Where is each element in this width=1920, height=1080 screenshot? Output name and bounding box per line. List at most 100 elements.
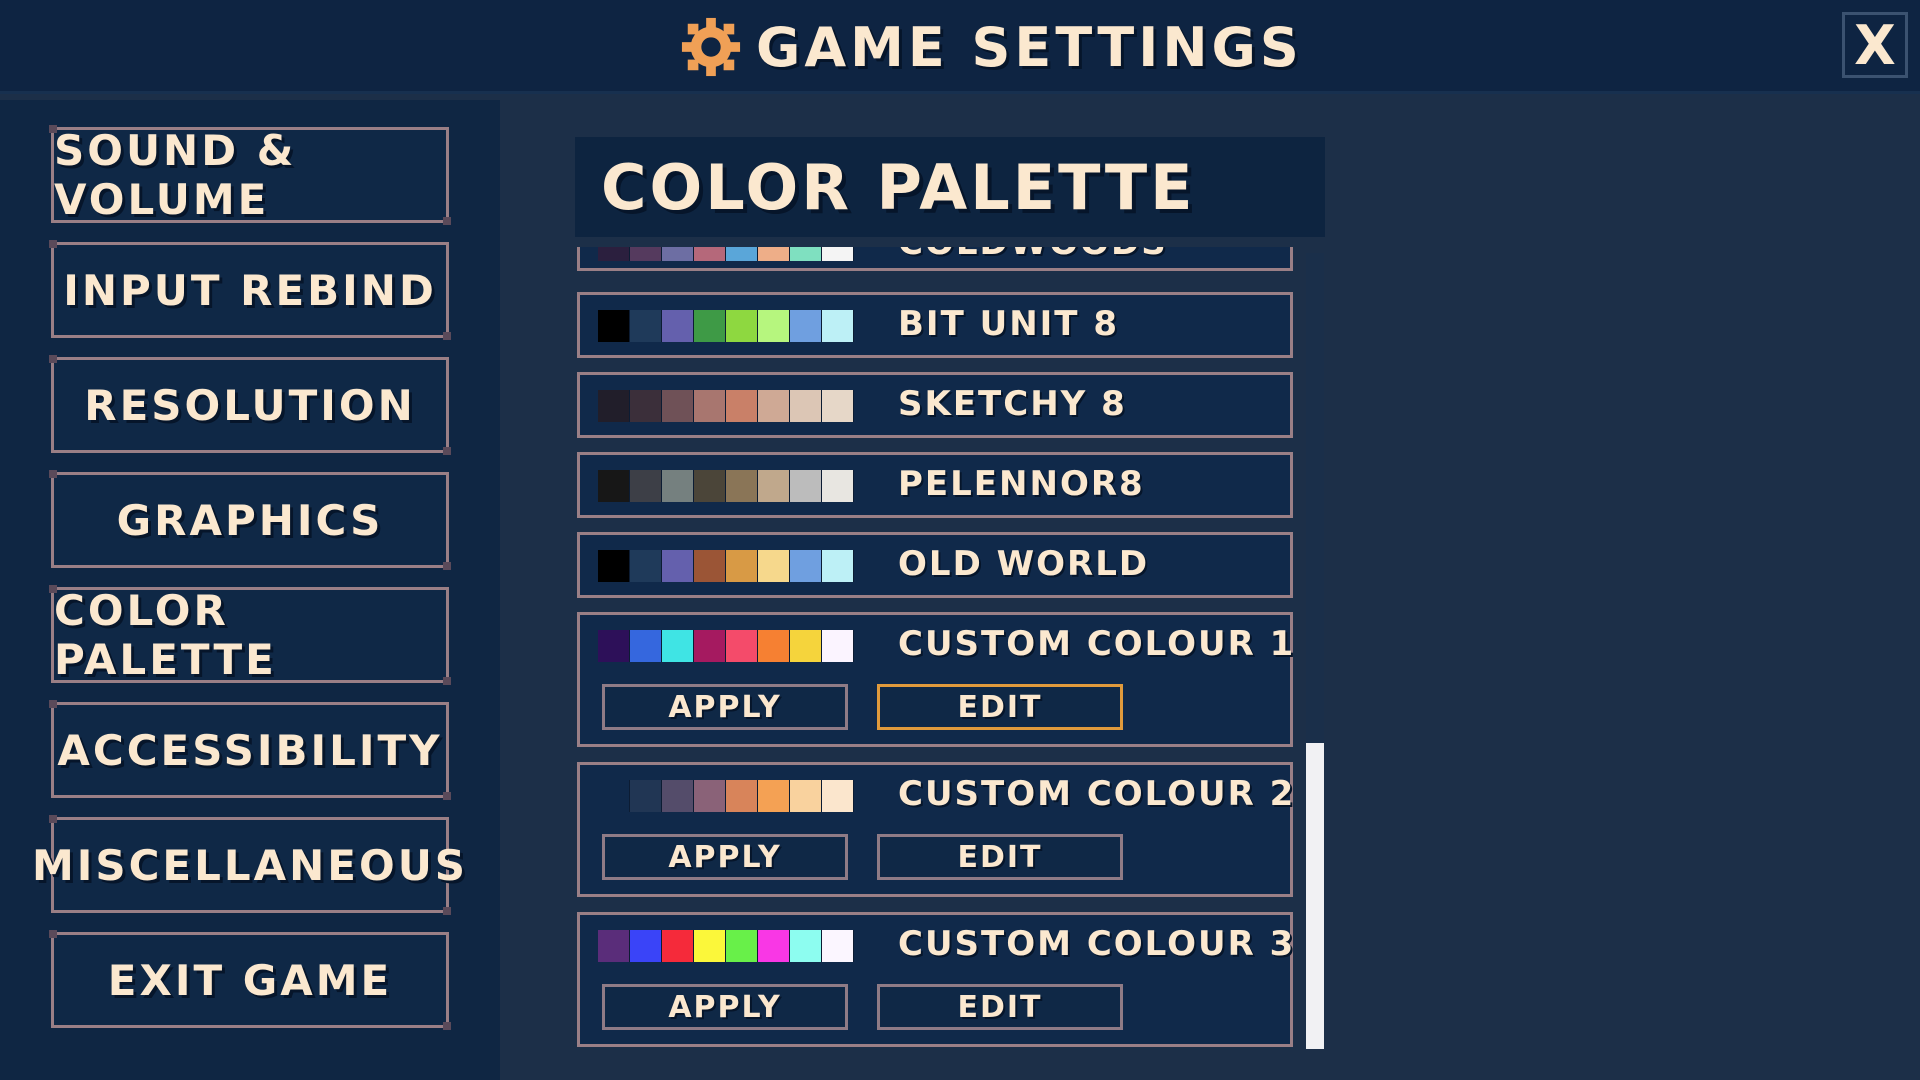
color-swatch	[758, 550, 790, 582]
title-group: GAME SETTINGS	[680, 12, 1303, 82]
gear-icon	[681, 17, 741, 77]
color-swatch	[758, 247, 790, 261]
color-swatch	[694, 390, 726, 422]
color-swatch	[822, 470, 854, 502]
palette-row-custom-colour-1: CUSTOM COLOUR 1 APPLY EDIT	[577, 612, 1293, 747]
palette-swatches	[598, 390, 854, 422]
color-swatch	[822, 310, 854, 342]
palette-name: COLDWOODS	[898, 247, 1168, 263]
color-swatch	[694, 247, 726, 261]
color-swatch	[630, 930, 662, 962]
sidebar-item-miscellaneous[interactable]: MISCELLANEOUS	[32, 815, 465, 915]
apply-button[interactable]: APPLY	[602, 684, 848, 730]
color-swatch	[758, 470, 790, 502]
apply-button[interactable]: APPLY	[602, 984, 848, 1030]
color-swatch	[662, 780, 694, 812]
color-swatch	[598, 247, 630, 261]
sidebar: SOUND & VOLUME INPUT REBIND RESOLUTION G…	[0, 100, 500, 1080]
color-swatch	[662, 470, 694, 502]
sidebar-item-input-rebind[interactable]: INPUT REBIND	[49, 240, 451, 340]
palette-name: CUSTOM COLOUR 3	[898, 924, 1295, 964]
apply-button[interactable]: APPLY	[602, 834, 848, 880]
color-swatch	[822, 247, 854, 261]
color-swatch	[790, 930, 822, 962]
color-swatch	[726, 310, 758, 342]
color-swatch	[758, 630, 790, 662]
color-swatch	[662, 390, 694, 422]
edit-button[interactable]: EDIT	[877, 834, 1123, 880]
color-swatch	[598, 470, 630, 502]
palette-swatches	[598, 470, 854, 502]
palette-name: SKETCHY 8	[898, 384, 1127, 424]
sidebar-item-accessibility[interactable]: ACCESSIBILITY	[49, 700, 451, 800]
color-swatch	[598, 780, 630, 812]
color-swatch	[630, 470, 662, 502]
color-swatch	[758, 310, 790, 342]
palette-name: BIT UNIT 8	[898, 304, 1119, 344]
color-swatch	[790, 247, 822, 261]
scrollbar-thumb[interactable]	[1306, 743, 1324, 1049]
color-swatch	[758, 930, 790, 962]
color-swatch	[694, 930, 726, 962]
palette-name: CUSTOM COLOUR 1	[898, 624, 1295, 664]
palette-swatches	[598, 247, 854, 261]
title-bar: GAME SETTINGS X	[0, 0, 1920, 94]
color-swatch	[822, 780, 854, 812]
page-title: GAME SETTINGS	[756, 15, 1303, 79]
palette-name: PELENNOR8	[898, 464, 1145, 504]
palette-list: COLDWOODS BIT UNIT 8 SKETCHY 8 PELENNOR8…	[575, 247, 1295, 1052]
palette-row-coldwoods[interactable]: COLDWOODS	[577, 247, 1293, 271]
color-swatch	[662, 550, 694, 582]
color-swatch	[630, 390, 662, 422]
edit-button[interactable]: EDIT	[877, 684, 1123, 730]
color-swatch	[630, 630, 662, 662]
color-swatch	[758, 390, 790, 422]
color-swatch	[790, 310, 822, 342]
color-swatch	[694, 310, 726, 342]
color-swatch	[822, 390, 854, 422]
palette-row-bit-unit-8[interactable]: BIT UNIT 8	[577, 292, 1293, 358]
color-swatch	[598, 550, 630, 582]
color-swatch	[726, 470, 758, 502]
color-swatch	[630, 310, 662, 342]
color-swatch	[790, 780, 822, 812]
color-swatch	[822, 550, 854, 582]
palette-row-custom-colour-2: CUSTOM COLOUR 2 APPLY EDIT	[577, 762, 1293, 897]
color-swatch	[726, 780, 758, 812]
sidebar-item-sound-volume[interactable]: SOUND & VOLUME	[49, 125, 451, 225]
palette-swatches	[598, 930, 854, 962]
color-swatch	[694, 630, 726, 662]
color-swatch	[598, 310, 630, 342]
close-button[interactable]: X	[1842, 12, 1908, 78]
sidebar-item-exit-game[interactable]: EXIT GAME	[49, 930, 451, 1030]
scrollbar-track[interactable]	[1306, 253, 1324, 1049]
palette-row-pelennor8[interactable]: PELENNOR8	[577, 452, 1293, 518]
color-swatch	[822, 630, 854, 662]
palette-row-old-world[interactable]: OLD WORLD	[577, 532, 1293, 598]
palette-name: CUSTOM COLOUR 2	[898, 774, 1295, 814]
color-swatch	[790, 550, 822, 582]
color-swatch	[598, 630, 630, 662]
sidebar-item-resolution[interactable]: RESOLUTION	[49, 355, 451, 455]
color-swatch	[726, 247, 758, 261]
color-swatch	[726, 390, 758, 422]
color-swatch	[694, 780, 726, 812]
palette-swatches	[598, 630, 854, 662]
color-swatch	[758, 780, 790, 812]
palette-name: OLD WORLD	[898, 544, 1150, 584]
color-swatch	[726, 630, 758, 662]
color-swatch	[662, 247, 694, 261]
color-swatch	[662, 630, 694, 662]
color-swatch	[790, 390, 822, 422]
color-swatch	[822, 930, 854, 962]
palette-swatches	[598, 310, 854, 342]
color-swatch	[726, 550, 758, 582]
color-swatch	[630, 780, 662, 812]
sidebar-item-graphics[interactable]: GRAPHICS	[49, 470, 451, 570]
palette-swatches	[598, 550, 854, 582]
color-swatch	[694, 470, 726, 502]
palette-row-sketchy-8[interactable]: SKETCHY 8	[577, 372, 1293, 438]
sidebar-item-color-palette[interactable]: COLOR PALETTE	[49, 585, 451, 685]
color-swatch	[790, 630, 822, 662]
edit-button[interactable]: EDIT	[877, 984, 1123, 1030]
